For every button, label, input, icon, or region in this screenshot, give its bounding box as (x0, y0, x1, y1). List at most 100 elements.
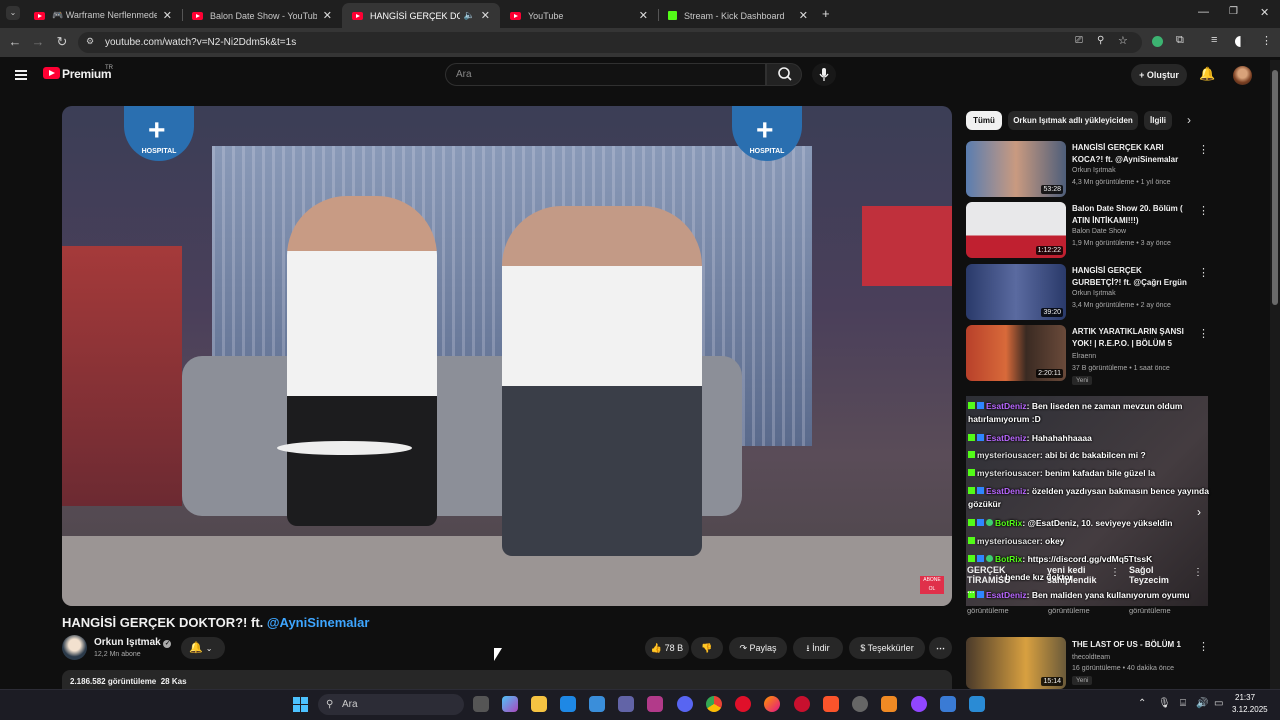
store-icon[interactable] (589, 696, 605, 712)
user-avatar[interactable] (1233, 66, 1252, 85)
dislike-button[interactable]: 👎 (691, 637, 723, 659)
tray-chevron-icon[interactable]: ⌃ (1138, 698, 1146, 709)
video-channel[interactable]: Elraenn (1072, 353, 1096, 360)
clock-date[interactable]: 3.12.2025 (1232, 705, 1268, 714)
chip-from-uploader[interactable]: Orkun Işıtmak adlı yükleyiciden (1008, 111, 1138, 130)
short-menu-icon[interactable]: ⋮ (1193, 567, 1203, 578)
speaker-icon[interactable]: 🔈 (464, 10, 475, 21)
recommended-video[interactable]: 2:20:11 ARTIK YARATIKLARIN ŞANSI YOK! | … (966, 325, 1209, 387)
reload-icon[interactable]: ↻ (54, 34, 70, 50)
discord-icon[interactable] (677, 696, 693, 712)
maximize-button[interactable]: ❐ (1229, 6, 1238, 17)
close-tab-icon[interactable]: ✕ (639, 9, 648, 22)
tab-youtube[interactable]: YouTube ✕ (500, 3, 658, 28)
tab-hangisi-gercek-doktor[interactable]: HANGİSİ GERÇEK DOKTOR 🔈 ✕ (342, 3, 500, 28)
steam-icon[interactable] (852, 696, 868, 712)
tab-kick-dashboard[interactable]: Stream - Kick Dashboard ✕ (658, 3, 818, 28)
video-menu-icon[interactable]: ⋮ (1198, 143, 1209, 156)
battery-icon[interactable]: ▭ (1214, 698, 1223, 709)
vivaldi-icon[interactable] (794, 696, 810, 712)
site-info-icon[interactable]: ⚙ (86, 36, 94, 47)
close-tab-icon[interactable]: ✕ (799, 9, 808, 22)
firefox-icon[interactable] (764, 696, 780, 712)
teams-icon[interactable] (618, 696, 634, 712)
channel-avatar[interactable] (62, 635, 87, 660)
short-menu-icon[interactable]: ⋮ (1110, 567, 1120, 578)
new-tab-button[interactable]: + (822, 6, 830, 21)
subscription-bell-button[interactable]: 🔔 ⌄ (181, 637, 225, 659)
video-channel[interactable]: Balon Date Show (1072, 228, 1126, 235)
task-view-icon[interactable] (473, 696, 489, 712)
tab-warframe[interactable]: 🎮 Warframe Nerflenmeden Ö ✕ (24, 3, 182, 28)
chip-all[interactable]: Tümü (966, 111, 1002, 130)
close-tab-icon[interactable]: ✕ (481, 9, 490, 22)
create-button[interactable]: + Oluştur (1131, 64, 1187, 86)
twitch-icon[interactable] (911, 696, 927, 712)
recommended-video[interactable]: 53:28 HANGİSİ GERÇEK KARI KOCA?! ft. @Ay… (966, 141, 1209, 199)
close-tab-icon[interactable]: ✕ (163, 9, 172, 22)
short-title[interactable]: GERÇEK TİRAMİSU ... (967, 565, 1012, 595)
video-channel[interactable]: thecoldteam (1072, 654, 1110, 661)
file-explorer-icon[interactable] (531, 696, 547, 712)
video-title[interactable]: HANGİSİ GERÇEK KARI KOCA?! ft. @AyniSine… (1072, 142, 1192, 166)
video-channel[interactable]: Orkun Işıtmak (1072, 290, 1116, 297)
vlc-icon[interactable] (881, 696, 897, 712)
thanks-button[interactable]: $ Teşekkürler (849, 637, 925, 659)
network-icon[interactable]: ⌸ (1180, 698, 1186, 709)
video-title[interactable]: ARTIK YARATIKLARIN ŞANSI YOK! | R.E.P.O.… (1072, 326, 1192, 350)
video-thumbnail[interactable]: 2:20:11 (966, 325, 1066, 381)
share-button[interactable]: ↷ Paylaş (729, 637, 787, 659)
title-mention-link[interactable]: @AyniSinemalar (267, 615, 370, 630)
logo-text[interactable]: Premium (62, 67, 112, 81)
recommended-video[interactable]: 15:14 THE LAST OF US - BÖLÜM 1 thecoldte… (966, 637, 1209, 689)
youtube-logo-icon[interactable] (43, 67, 60, 79)
chrome-icon[interactable] (706, 696, 722, 712)
video-player[interactable]: HOSPITAL HOSPITAL ABONEOL (62, 106, 952, 606)
brave-icon[interactable] (823, 696, 839, 712)
video-thumbnail[interactable]: 1:12:22 (966, 202, 1066, 258)
video-channel[interactable]: Orkun Işıtmak (1072, 167, 1116, 174)
video-title[interactable]: THE LAST OF US - BÖLÜM 1 (1072, 639, 1192, 651)
close-tab-icon[interactable]: ✕ (323, 9, 332, 22)
cast-icon[interactable]: ⎚ (1075, 35, 1083, 46)
app-icon[interactable] (940, 696, 956, 712)
short-title[interactable]: yeni kedi sahiplendik (1047, 565, 1107, 585)
chip-related[interactable]: İlgili (1144, 111, 1172, 130)
video-menu-icon[interactable]: ⋮ (1198, 266, 1209, 279)
app-icon[interactable] (969, 696, 985, 712)
subscribe-watermark[interactable]: ABONE OL (920, 576, 944, 594)
search-input[interactable]: Ara (445, 63, 766, 86)
like-button[interactable]: 👍 78 B (645, 637, 689, 659)
clock-time[interactable]: 21:37 (1235, 693, 1255, 702)
video-title[interactable]: Balon Date Show 20. Bölüm ( ATIN İNTİKAM… (1072, 203, 1192, 227)
outlook-icon[interactable] (560, 696, 576, 712)
bookmark-star-icon[interactable]: ☆ (1118, 34, 1128, 47)
video-menu-icon[interactable]: ⋮ (1198, 327, 1209, 340)
recommended-video[interactable]: 1:12:22 Balon Date Show 20. Bölüm ( ATIN… (966, 202, 1209, 260)
minimize-button[interactable]: — (1198, 6, 1209, 18)
video-title[interactable]: HANGİSİ GERÇEK GURBETÇİ?! ft. @Çağrı Erg… (1072, 265, 1192, 289)
forward-arrow-icon[interactable]: → (30, 34, 46, 50)
voice-search-button[interactable] (812, 63, 836, 86)
short-title[interactable]: Sağol Teyzecim (1129, 565, 1179, 585)
volume-icon[interactable]: 🔊 (1196, 698, 1208, 709)
reading-list-icon[interactable]: ≡ (1211, 34, 1217, 46)
recommended-video[interactable]: 39:20 HANGİSİ GERÇEK GURBETÇİ?! ft. @Çağ… (966, 264, 1209, 322)
scrollbar-thumb[interactable] (1272, 70, 1278, 305)
notifications-bell-icon[interactable]: 🔔 (1199, 66, 1216, 83)
more-actions-button[interactable]: ⋯ (929, 637, 952, 659)
extension-icon[interactable] (1152, 36, 1163, 47)
extensions-puzzle-icon[interactable]: ⧉ (1176, 34, 1184, 47)
close-window-button[interactable]: ✕ (1260, 6, 1269, 19)
app-icon[interactable] (647, 696, 663, 712)
copilot-icon[interactable] (502, 696, 518, 712)
url-text[interactable]: youtube.com/watch?v=N2-Ni2Ddm5k&t=1s (105, 37, 296, 48)
profile-icon[interactable] (1235, 36, 1246, 47)
taskbar-search[interactable]: ⚲ Ara (318, 694, 464, 715)
video-thumbnail[interactable]: 39:20 (966, 264, 1066, 320)
tab-search-button[interactable]: ⌄ (6, 6, 20, 20)
chevron-right-icon[interactable]: › (1187, 113, 1191, 127)
video-thumbnail[interactable]: 53:28 (966, 141, 1066, 197)
tab-balon-date-show[interactable]: Balon Date Show - YouTube ✕ (182, 3, 342, 28)
video-menu-icon[interactable]: ⋮ (1198, 640, 1209, 653)
